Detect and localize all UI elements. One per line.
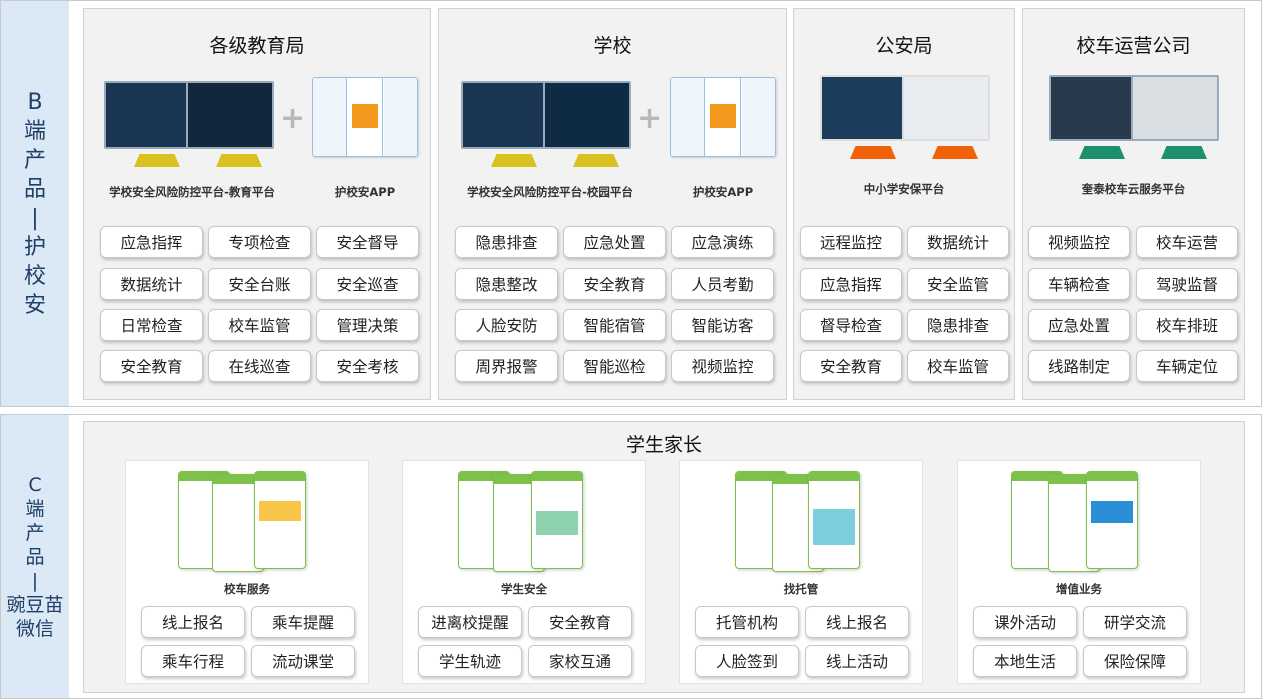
function-button[interactable]: 乘车行程 bbox=[141, 645, 245, 677]
function-button[interactable]: 应急演练 bbox=[671, 226, 774, 258]
card-title: 找托管 bbox=[783, 582, 819, 596]
function-button[interactable]: 远程监控 bbox=[800, 226, 902, 258]
function-button[interactable]: 本地生活 bbox=[973, 645, 1077, 677]
function-button[interactable]: 智能访客 bbox=[671, 309, 774, 341]
function-button[interactable]: 日常检查 bbox=[100, 309, 203, 341]
product-label: 中小学安保平台 bbox=[863, 182, 945, 196]
function-button[interactable]: 学生轨迹 bbox=[418, 645, 522, 677]
c-band: C 端 产 品 | 豌豆苗 微信 学生家长 校车服务 线上报名 乘车提醒 乘车行… bbox=[0, 414, 1262, 699]
service-card: 学生安全 进离校提醒 安全教育 学生轨迹 家校互通 bbox=[402, 460, 646, 684]
function-button[interactable]: 驾驶监督 bbox=[1136, 268, 1238, 300]
phone-screens-icon bbox=[1086, 471, 1138, 569]
function-button[interactable]: 乘车提醒 bbox=[251, 606, 355, 638]
panel-title: 公安局 bbox=[875, 35, 933, 57]
function-button[interactable]: 线上报名 bbox=[805, 606, 909, 638]
function-button[interactable]: 托管机构 bbox=[695, 606, 799, 638]
service-card: 找托管 托管机构 线上报名 人脸签到 线上活动 bbox=[679, 460, 923, 684]
card-title: 学生安全 bbox=[501, 582, 547, 596]
function-button[interactable]: 应急处置 bbox=[563, 226, 666, 258]
monitor-icon bbox=[820, 75, 990, 165]
panel-title: 学校 bbox=[593, 35, 632, 57]
service-card: 增值业务 课外活动 研学交流 本地生活 保险保障 bbox=[957, 460, 1201, 684]
function-button[interactable]: 安全教育 bbox=[563, 268, 666, 300]
function-button[interactable]: 线上报名 bbox=[141, 606, 245, 638]
function-button[interactable]: 应急指挥 bbox=[800, 268, 902, 300]
function-button[interactable]: 安全考核 bbox=[316, 350, 419, 382]
function-button[interactable]: 隐患排查 bbox=[455, 226, 558, 258]
monitor-icon bbox=[104, 81, 274, 171]
b-band-label: B 端 产 品 | 护 校 安 bbox=[1, 1, 69, 406]
product-label: 奎泰校车云服务平台 bbox=[1081, 182, 1186, 196]
c-band-label: C 端 产 品 | 豌豆苗 微信 bbox=[1, 415, 69, 698]
function-button[interactable]: 管理决策 bbox=[316, 309, 419, 341]
plus-icon: + bbox=[280, 101, 306, 136]
function-button[interactable]: 保险保障 bbox=[1083, 645, 1187, 677]
panel-title: 学生家长 bbox=[625, 434, 702, 456]
function-button[interactable]: 校车监管 bbox=[208, 309, 311, 341]
card-title: 增值业务 bbox=[1056, 582, 1102, 596]
function-button[interactable]: 安全教育 bbox=[528, 606, 632, 638]
panel-bus-company: 校车运营公司 奎泰校车云服务平台 视频监控 校车运营 车辆检查 驾驶监督 应急处… bbox=[1022, 8, 1245, 400]
app-screens-icon bbox=[312, 77, 418, 157]
function-button[interactable]: 隐患整改 bbox=[455, 268, 558, 300]
b-band: B 端 产 品 | 护 校 安 各级教育局 + 学校安全风险防控平台-教育平台 … bbox=[0, 0, 1262, 407]
function-button[interactable]: 视频监控 bbox=[671, 350, 774, 382]
function-button[interactable]: 线上活动 bbox=[805, 645, 909, 677]
function-button[interactable]: 安全教育 bbox=[800, 350, 902, 382]
function-button[interactable]: 人员考勤 bbox=[671, 268, 774, 300]
panel-title: 各级教育局 bbox=[209, 35, 305, 57]
function-button[interactable]: 车辆定位 bbox=[1136, 350, 1238, 382]
function-button[interactable]: 应急指挥 bbox=[100, 226, 203, 258]
function-button[interactable]: 安全监管 bbox=[907, 268, 1009, 300]
function-button[interactable]: 流动课堂 bbox=[251, 645, 355, 677]
b-band-label-text: B 端 产 品 | 护 校 安 bbox=[23, 89, 46, 318]
function-button[interactable]: 周界报警 bbox=[455, 350, 558, 382]
function-button[interactable]: 进离校提醒 bbox=[418, 606, 522, 638]
product-label: 学校安全风险防控平台-教育平台 bbox=[109, 185, 275, 199]
function-button[interactable]: 课外活动 bbox=[973, 606, 1077, 638]
function-button[interactable]: 人脸签到 bbox=[695, 645, 799, 677]
phone-screens-icon bbox=[808, 471, 860, 569]
function-button[interactable]: 督导检查 bbox=[800, 309, 902, 341]
function-button[interactable]: 专项检查 bbox=[208, 226, 311, 258]
function-button[interactable]: 校车监管 bbox=[907, 350, 1009, 382]
monitor-icon bbox=[1049, 75, 1219, 165]
function-button[interactable]: 安全督导 bbox=[316, 226, 419, 258]
function-button[interactable]: 车辆检查 bbox=[1028, 268, 1130, 300]
c-band-label-text: C 端 产 品 | 豌豆苗 微信 bbox=[6, 473, 64, 640]
panel-police: 公安局 中小学安保平台 远程监控 数据统计 应急指挥 安全监管 督导检查 隐患排… bbox=[793, 8, 1015, 400]
panel-education-bureau: 各级教育局 + 学校安全风险防控平台-教育平台 护校安APP 应急指挥 专项检查… bbox=[83, 8, 431, 400]
function-button[interactable]: 安全台账 bbox=[208, 268, 311, 300]
product-label: 护校安APP bbox=[334, 185, 396, 199]
plus-icon: + bbox=[637, 101, 663, 136]
function-button[interactable]: 数据统计 bbox=[100, 268, 203, 300]
panel-parents: 学生家长 校车服务 线上报名 乘车提醒 乘车行程 流动课堂 学生安全 进离校提醒… bbox=[83, 421, 1245, 693]
function-button[interactable]: 研学交流 bbox=[1083, 606, 1187, 638]
function-button[interactable]: 安全教育 bbox=[100, 350, 203, 382]
function-button[interactable]: 校车排班 bbox=[1136, 309, 1238, 341]
function-button[interactable]: 人脸安防 bbox=[455, 309, 558, 341]
panel-title: 校车运营公司 bbox=[1076, 35, 1191, 57]
function-button[interactable]: 数据统计 bbox=[907, 226, 1009, 258]
function-button[interactable]: 智能宿管 bbox=[563, 309, 666, 341]
service-card: 校车服务 线上报名 乘车提醒 乘车行程 流动课堂 bbox=[125, 460, 369, 684]
product-label: 护校安APP bbox=[692, 185, 754, 199]
product-label: 学校安全风险防控平台-校园平台 bbox=[467, 185, 633, 199]
function-button[interactable]: 在线巡查 bbox=[208, 350, 311, 382]
phone-screens-icon bbox=[531, 471, 583, 569]
function-button[interactable]: 校车运营 bbox=[1136, 226, 1238, 258]
function-button[interactable]: 应急处置 bbox=[1028, 309, 1130, 341]
function-button[interactable]: 安全巡查 bbox=[316, 268, 419, 300]
panel-school: 学校 + 学校安全风险防控平台-校园平台 护校安APP 隐患排查 应急处置 应急… bbox=[438, 8, 787, 400]
phone-screens-icon bbox=[254, 471, 306, 569]
function-button[interactable]: 线路制定 bbox=[1028, 350, 1130, 382]
app-screens-icon bbox=[670, 77, 776, 157]
function-button[interactable]: 智能巡检 bbox=[563, 350, 666, 382]
function-button[interactable]: 视频监控 bbox=[1028, 226, 1130, 258]
function-button[interactable]: 隐患排查 bbox=[907, 309, 1009, 341]
monitor-icon bbox=[461, 81, 631, 171]
card-title: 校车服务 bbox=[224, 582, 270, 596]
function-button[interactable]: 家校互通 bbox=[528, 645, 632, 677]
